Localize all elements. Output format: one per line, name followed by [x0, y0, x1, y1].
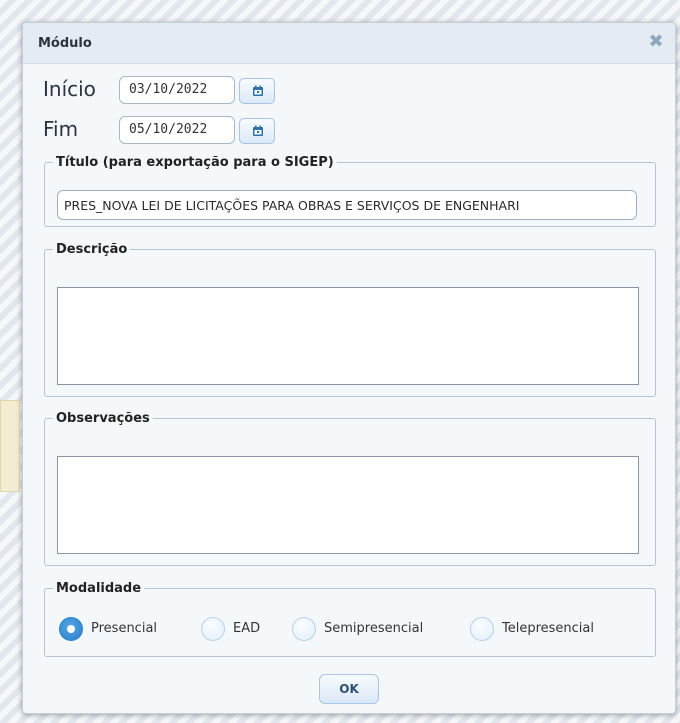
radio-button[interactable]: [201, 617, 225, 641]
background-panel: [0, 400, 20, 492]
calendar-icon: [253, 125, 263, 136]
radio-button[interactable]: [292, 617, 316, 641]
modalidade-fieldset: Modalidade Presencial EAD Semipresencial…: [44, 581, 656, 657]
fim-label: Fim: [43, 117, 79, 141]
observacoes-fieldset: Observações: [44, 411, 656, 566]
modulo-dialog: Módulo ✖ Início 03/10/2022 Fim 05/10/202…: [22, 22, 676, 714]
fim-calendar-button[interactable]: [239, 118, 275, 144]
radio-label-presencial: Presencial: [91, 621, 158, 636]
dialog-titlebar: Módulo ✖: [23, 23, 675, 64]
radio-button-checked[interactable]: [59, 617, 83, 641]
titulo-input[interactable]: PRES_NOVA LEI DE LICITAÇÕES PARA OBRAS E…: [57, 190, 637, 220]
observacoes-legend: Observações: [56, 411, 150, 426]
radio-button[interactable]: [470, 617, 494, 641]
ok-button[interactable]: OK: [319, 674, 379, 704]
dialog-title: Módulo: [38, 36, 92, 51]
inicio-date-input[interactable]: 03/10/2022: [119, 76, 235, 104]
calendar-icon: [253, 85, 263, 96]
fim-date-input[interactable]: 05/10/2022: [119, 116, 235, 144]
close-icon[interactable]: ✖: [647, 33, 665, 51]
inicio-label: Início: [43, 77, 96, 101]
radio-label-telepresencial: Telepresencial: [502, 621, 594, 636]
descricao-fieldset: Descrição: [44, 242, 656, 397]
radio-label-ead: EAD: [233, 621, 261, 636]
modalidade-legend: Modalidade: [56, 581, 142, 596]
inicio-calendar-button[interactable]: [239, 78, 275, 104]
titulo-fieldset: Título (para exportação para o SIGEP) PR…: [44, 155, 656, 227]
radio-label-semipresencial: Semipresencial: [324, 621, 424, 636]
titulo-legend: Título (para exportação para o SIGEP): [56, 155, 334, 170]
observacoes-textarea[interactable]: [57, 456, 639, 554]
descricao-legend: Descrição: [56, 242, 128, 257]
descricao-textarea[interactable]: [57, 287, 639, 385]
